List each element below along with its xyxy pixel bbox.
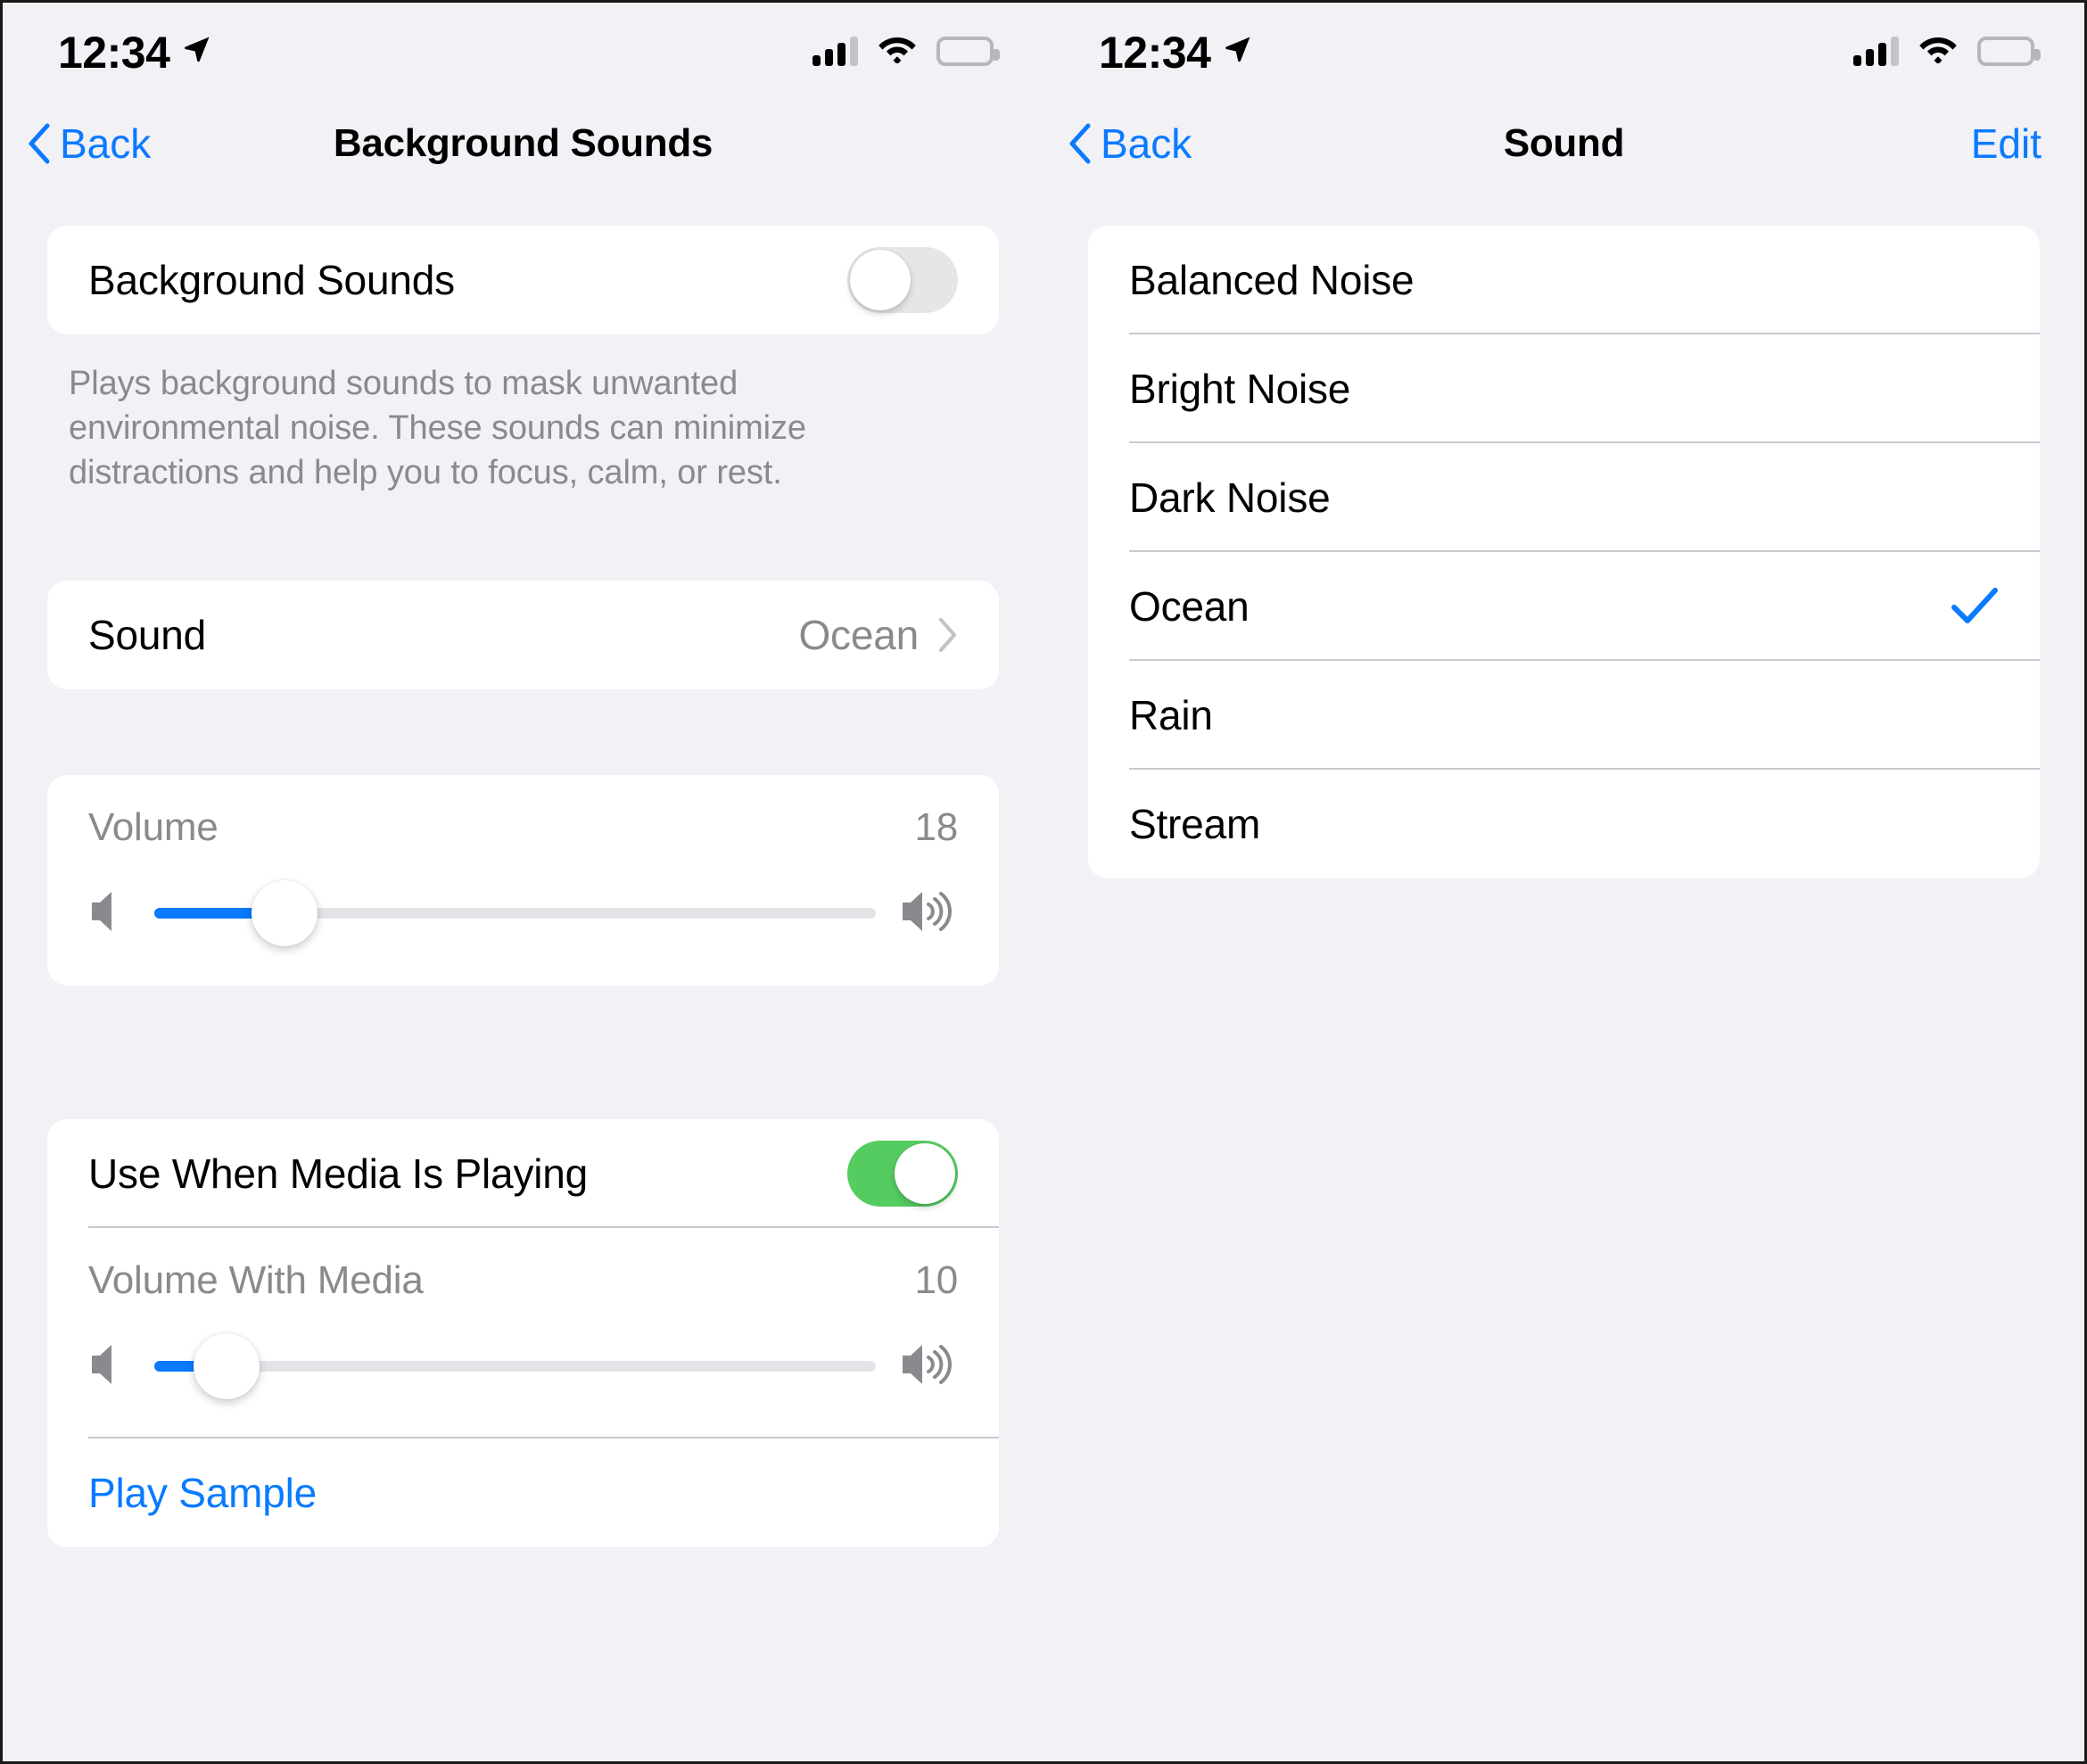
chevron-left-icon [1069, 123, 1091, 164]
background-sounds-card: Background Sounds [47, 226, 999, 334]
chevron-right-icon [938, 617, 958, 653]
volume-with-media-header: Volume With Media 10 [88, 1258, 958, 1303]
speaker-high-icon [901, 886, 958, 941]
sound-list-item-label: Balanced Noise [1129, 257, 1415, 303]
right-phone-panel: 12:34 Back Sound Edit Balanced Noise Bri… [1044, 3, 2084, 1761]
volume-slider-row [88, 880, 958, 947]
speaker-high-icon [901, 1339, 958, 1394]
sound-list-item[interactable]: Stream [1088, 770, 2040, 878]
sound-label: Sound [88, 612, 207, 659]
background-sounds-footnote: Plays background sounds to mask unwanted… [69, 365, 806, 492]
sound-list-item-label: Bright Noise [1129, 366, 1351, 412]
volume-value: 18 [914, 805, 958, 850]
status-bar: 12:34 [3, 3, 1044, 99]
location-arrow-icon [1223, 34, 1253, 69]
left-content: Background Sounds Plays background sound… [3, 188, 1044, 1548]
play-sample-button[interactable]: Play Sample [47, 1438, 999, 1547]
volume-with-media-slider-row [88, 1333, 958, 1400]
sound-list-item[interactable]: Balanced Noise [1088, 226, 2040, 334]
sound-row[interactable]: Sound Ocean [47, 581, 999, 689]
battery-full-icon [1977, 36, 2041, 66]
location-arrow-icon [182, 34, 212, 69]
volume-with-media-block: Volume With Media 10 [47, 1228, 999, 1439]
sound-list-item-label: Stream [1129, 801, 1261, 847]
background-sounds-toggle[interactable] [847, 247, 958, 313]
background-sounds-label: Background Sounds [88, 257, 455, 303]
volume-with-media-slider[interactable] [154, 1333, 876, 1400]
sound-list-item-label: Ocean [1129, 583, 1250, 630]
volume-slider-block: Volume 18 [47, 775, 999, 985]
edit-button[interactable]: Edit [1971, 120, 2042, 168]
status-bar-left: 12:34 [1099, 27, 1253, 75]
chevron-left-icon [29, 123, 50, 164]
status-time: 12:34 [1099, 28, 1211, 78]
speaker-low-icon [88, 886, 129, 941]
wifi-icon [1918, 34, 1958, 68]
volume-card: Volume 18 [47, 775, 999, 986]
back-button-label: Back [1101, 120, 1192, 167]
use-when-media-label: Use When Media Is Playing [88, 1150, 589, 1198]
cellular-signal-icon [1853, 36, 1899, 66]
dual-phone-screenshot: 12:34 Back Background Sounds Background … [0, 0, 2087, 1764]
sound-list-item[interactable]: Dark Noise [1088, 443, 2040, 552]
status-bar: 12:34 [1044, 3, 2084, 99]
nav-bar: Back Sound Edit [1044, 99, 2084, 188]
volume-with-media-label: Volume With Media [88, 1258, 424, 1303]
status-bar-left: 12:34 [58, 27, 212, 75]
sound-value: Ocean [798, 612, 919, 659]
page-title: Background Sounds [333, 121, 714, 165]
volume-slider[interactable] [154, 880, 876, 947]
play-sample-label: Play Sample [88, 1470, 318, 1517]
page-title: Sound [1503, 121, 1625, 165]
back-button-label: Back [60, 120, 152, 167]
volume-slider-thumb[interactable] [251, 880, 318, 947]
status-time: 12:34 [58, 28, 170, 78]
volume-with-media-slider-thumb[interactable] [193, 1333, 260, 1400]
background-sounds-row[interactable]: Background Sounds [47, 226, 999, 334]
sound-list-item[interactable]: Bright Noise [1088, 334, 2040, 443]
wifi-icon [878, 34, 917, 68]
media-card: Use When Media Is Playing Volume With Me… [47, 1119, 999, 1548]
sound-card: Sound Ocean [47, 581, 999, 690]
use-when-media-row[interactable]: Use When Media Is Playing [47, 1119, 999, 1229]
sound-list-item-label: Dark Noise [1129, 474, 1331, 521]
sound-list-card: Balanced Noise Bright Noise Dark Noise Ocea… [1088, 226, 2040, 878]
nav-bar: Back Background Sounds [3, 99, 1044, 188]
battery-full-icon [936, 36, 1000, 66]
status-bar-right [813, 34, 1000, 68]
volume-slider-header: Volume 18 [88, 805, 958, 850]
status-bar-right [1853, 34, 2041, 68]
left-phone-panel: 12:34 Back Background Sounds Background … [3, 3, 1044, 1761]
back-button[interactable]: Back [28, 123, 151, 164]
checkmark-icon [1951, 587, 1999, 626]
use-when-media-toggle[interactable] [847, 1141, 958, 1208]
speaker-low-icon [88, 1339, 129, 1394]
sound-list-item-label: Rain [1129, 692, 1213, 738]
cellular-signal-icon [813, 36, 858, 66]
volume-label: Volume [88, 805, 219, 850]
volume-with-media-value: 10 [914, 1258, 958, 1303]
right-content: Balanced Noise Bright Noise Dark Noise Ocea… [1044, 188, 2084, 878]
sound-list-item[interactable]: Ocean [1088, 552, 2040, 661]
back-button[interactable]: Back [1068, 123, 1192, 164]
sound-list-item[interactable]: Rain [1088, 661, 2040, 770]
